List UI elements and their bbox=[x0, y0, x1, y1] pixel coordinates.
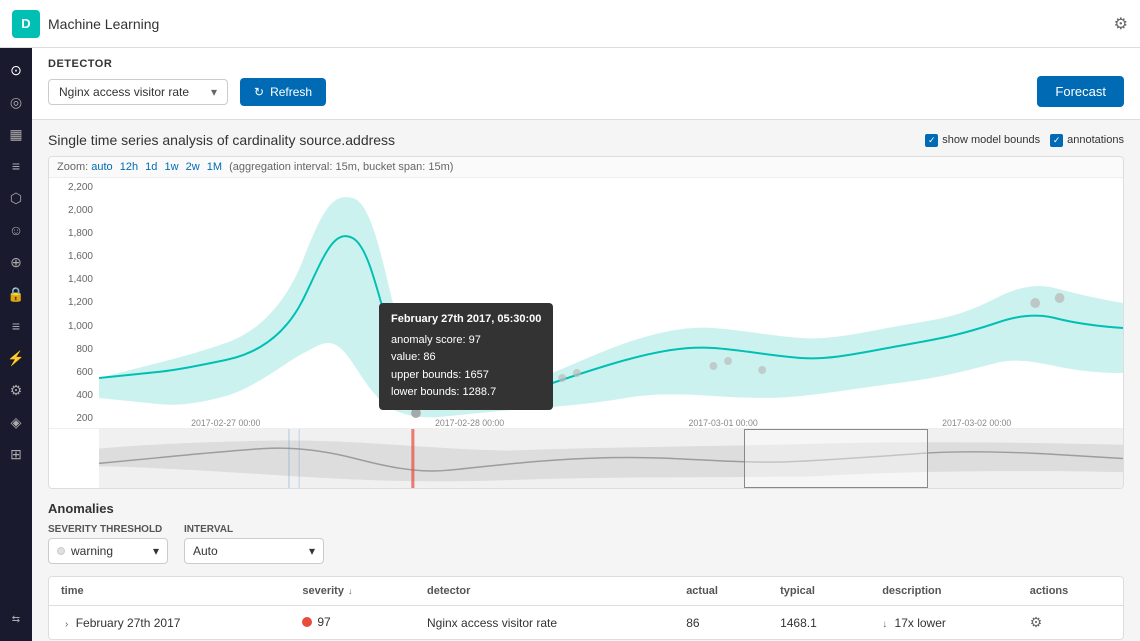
svg-text:2017-03-01 00:00: 2017-03-01 00:00 bbox=[689, 418, 758, 428]
anomalies-table: time severity ↓ detector actual typical … bbox=[49, 577, 1123, 639]
sidebar-icon-plus[interactable]: ⊕ bbox=[2, 248, 30, 276]
analysis-section: Single time series analysis of cardinali… bbox=[32, 120, 1140, 156]
analysis-title: Single time series analysis of cardinali… bbox=[48, 132, 395, 148]
top-bar: D Machine Learning ⚙ bbox=[0, 0, 1140, 48]
sidebar-icon-menu[interactable]: ≡ bbox=[2, 312, 30, 340]
chevron-down-icon-interval: ▾ bbox=[309, 544, 315, 558]
chart-controls: ✓ show model bounds ✓ annotations bbox=[925, 134, 1124, 147]
sidebar-icon-settings[interactable]: ⚙ bbox=[2, 376, 30, 404]
severity-dot-icon bbox=[57, 547, 65, 555]
mini-y-axis bbox=[49, 429, 99, 488]
sidebar-icon-grid[interactable]: ▦ bbox=[2, 120, 30, 148]
detector-section: Detector Nginx access visitor rate ▾ ↻ R… bbox=[32, 48, 1140, 120]
sidebar-icon-lock[interactable]: 🔒 bbox=[2, 280, 30, 308]
mini-chart: 2017-02-05 00:00 2017-02-19 00:00 2017-.… bbox=[49, 428, 1123, 488]
td-typical: 1468.1 bbox=[768, 606, 870, 640]
severity-value: 97 bbox=[317, 615, 330, 629]
td-description: ↓ 17x lower bbox=[870, 606, 1018, 640]
y-axis: 2,200 2,000 1,800 1,600 1,400 1,200 1,00… bbox=[49, 178, 99, 428]
detector-select-value: Nginx access visitor rate bbox=[59, 85, 189, 99]
sort-icon: ↓ bbox=[348, 586, 353, 596]
th-severity[interactable]: severity ↓ bbox=[290, 577, 415, 606]
sidebar: ⊙ ◎ ▦ ≡ ⬡ ☺ ⊕ 🔒 ≡ ⚡ ⚙ ◈ ⊞ ⇆ bbox=[0, 48, 32, 641]
app-title: Machine Learning bbox=[48, 16, 159, 32]
sidebar-icon-apps[interactable]: ⊞ bbox=[2, 440, 30, 468]
zoom-2w[interactable]: 2w bbox=[186, 161, 200, 173]
expand-row-button[interactable]: › bbox=[61, 619, 72, 630]
th-time: time bbox=[49, 577, 290, 606]
td-actions: ⚙ bbox=[1018, 606, 1123, 640]
main-chart-area: 2,200 2,000 1,800 1,600 1,400 1,200 1,00… bbox=[49, 178, 1123, 428]
checkbox-checked-icon-2: ✓ bbox=[1050, 134, 1063, 147]
chevron-down-icon: ▾ bbox=[211, 85, 217, 99]
mini-chart-svg bbox=[99, 429, 1123, 488]
severity-indicator bbox=[302, 617, 312, 627]
mini-chart-area: 2017-02-05 00:00 2017-02-19 00:00 2017-.… bbox=[99, 429, 1123, 488]
chart-svg-area: 2017-02-27 00:00 2017-02-28 00:00 2017-0… bbox=[99, 178, 1123, 428]
td-actual: 86 bbox=[674, 606, 768, 640]
severity-badge: 97 bbox=[302, 615, 330, 629]
anomalies-section: Anomalies Severity threshold warning ▾ I… bbox=[32, 489, 1140, 641]
chart-container: Zoom: auto 12h 1d 1w 2w 1M (aggregation … bbox=[48, 156, 1124, 489]
table-header-row: time severity ↓ detector actual typical … bbox=[49, 577, 1123, 606]
sidebar-icon-diamond[interactable]: ◈ bbox=[2, 408, 30, 436]
interval-filter-group: Interval Auto ▾ bbox=[184, 524, 324, 564]
interval-filter-label: Interval bbox=[184, 524, 324, 535]
severity-filter-group: Severity threshold warning ▾ bbox=[48, 524, 168, 564]
zoom-auto[interactable]: auto bbox=[91, 161, 112, 173]
chevron-down-icon-severity: ▾ bbox=[153, 544, 159, 558]
detector-row: Nginx access visitor rate ▾ ↻ Refresh Fo… bbox=[48, 76, 1124, 107]
sidebar-icon-bolt[interactable]: ⚡ bbox=[2, 344, 30, 372]
anomalies-title: Anomalies bbox=[48, 501, 1124, 516]
table-header: time severity ↓ detector actual typical … bbox=[49, 577, 1123, 606]
th-detector: detector bbox=[415, 577, 674, 606]
sidebar-icon-hex[interactable]: ⬡ bbox=[2, 184, 30, 212]
sidebar-expand-icon[interactable]: ⇆ bbox=[2, 605, 30, 633]
main-chart-svg: 2017-02-27 00:00 2017-02-28 00:00 2017-0… bbox=[99, 178, 1123, 428]
th-actions: actions bbox=[1018, 577, 1123, 606]
show-model-bounds-checkbox[interactable]: ✓ show model bounds bbox=[925, 134, 1040, 147]
svg-text:2017-02-27 00:00: 2017-02-27 00:00 bbox=[191, 418, 260, 428]
th-typical: typical bbox=[768, 577, 870, 606]
down-arrow-icon: ↓ bbox=[882, 619, 887, 630]
detector-select[interactable]: Nginx access visitor rate ▾ bbox=[48, 79, 228, 105]
zoom-bar: Zoom: auto 12h 1d 1w 2w 1M (aggregation … bbox=[49, 157, 1123, 178]
anomalies-table-container: time severity ↓ detector actual typical … bbox=[48, 576, 1124, 640]
sidebar-icon-home[interactable]: ⊙ bbox=[2, 56, 30, 84]
zoom-1d[interactable]: 1d bbox=[145, 161, 157, 173]
td-detector: Nginx access visitor rate bbox=[415, 606, 674, 640]
forecast-button[interactable]: Forecast bbox=[1037, 76, 1124, 107]
detector-label: Detector bbox=[48, 58, 1124, 70]
zoom-1w[interactable]: 1w bbox=[164, 161, 178, 173]
refresh-button[interactable]: ↻ Refresh bbox=[240, 78, 326, 106]
zoom-1M[interactable]: 1M bbox=[207, 161, 222, 173]
svg-text:2017-02-28 00:00: 2017-02-28 00:00 bbox=[435, 418, 504, 428]
refresh-icon: ↻ bbox=[254, 85, 264, 99]
interval-filter-select[interactable]: Auto ▾ bbox=[184, 538, 324, 564]
annotations-checkbox[interactable]: ✓ annotations bbox=[1050, 134, 1124, 147]
checkbox-checked-icon: ✓ bbox=[925, 134, 938, 147]
severity-filter-label: Severity threshold bbox=[48, 524, 168, 535]
filter-row: Severity threshold warning ▾ Interval Au… bbox=[48, 524, 1124, 564]
app-logo: D bbox=[12, 10, 40, 38]
sidebar-icon-user[interactable]: ☺ bbox=[2, 216, 30, 244]
mini-selection-overlay[interactable] bbox=[744, 429, 928, 488]
table-row: › February 27th 2017 97 Nginx access vis… bbox=[49, 606, 1123, 640]
anomaly-point[interactable] bbox=[395, 362, 407, 374]
sidebar-icon-list[interactable]: ≡ bbox=[2, 152, 30, 180]
th-actual: actual bbox=[674, 577, 768, 606]
table-body: › February 27th 2017 97 Nginx access vis… bbox=[49, 606, 1123, 640]
svg-text:2017-03-02 00:00: 2017-03-02 00:00 bbox=[942, 418, 1011, 428]
td-severity: 97 bbox=[290, 606, 415, 640]
main-content: Detector Nginx access visitor rate ▾ ↻ R… bbox=[32, 48, 1140, 641]
gear-icon[interactable]: ⚙ bbox=[1114, 14, 1128, 34]
severity-filter-select[interactable]: warning ▾ bbox=[48, 538, 168, 564]
td-time-value: February 27th 2017 bbox=[76, 616, 181, 630]
td-expand-time: › February 27th 2017 bbox=[49, 606, 290, 640]
sidebar-icon-clock[interactable]: ◎ bbox=[2, 88, 30, 116]
th-description: description bbox=[870, 577, 1018, 606]
zoom-12h[interactable]: 12h bbox=[120, 161, 138, 173]
row-actions-gear-icon[interactable]: ⚙ bbox=[1030, 614, 1043, 630]
